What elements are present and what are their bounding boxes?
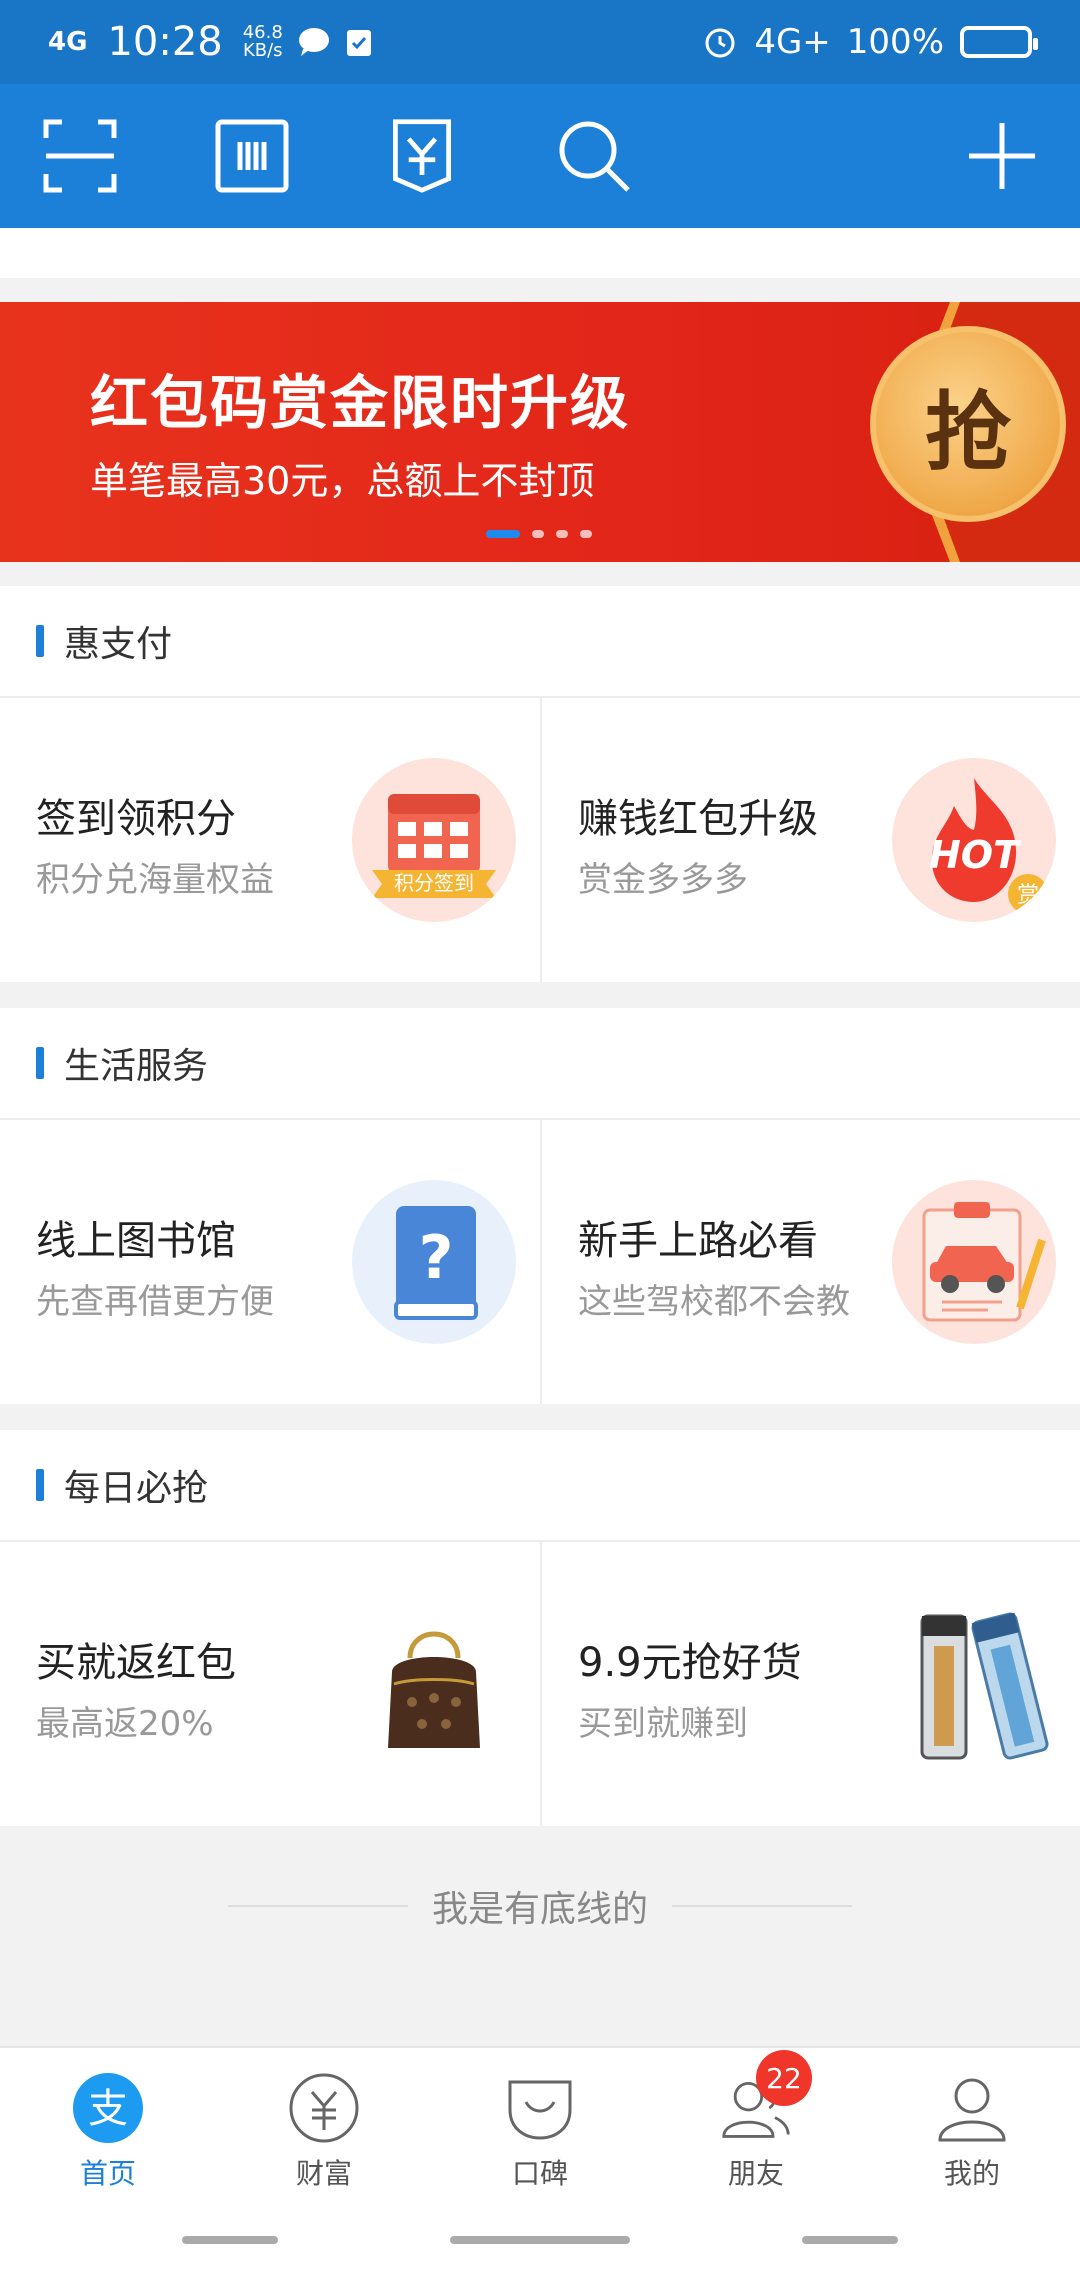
svg-text:赏: 赏 <box>1017 883 1039 908</box>
section-accent-bar <box>36 1469 44 1501</box>
friends-icon: 22 <box>720 2050 812 2144</box>
message-icon <box>297 27 331 57</box>
svg-text:?: ? <box>419 1223 454 1293</box>
card-online-library[interactable]: 线上图书馆 先查再借更方便 ? <box>0 1120 540 1404</box>
card-subtitle: 先查再借更方便 <box>36 1282 274 1322</box>
koubei-icon <box>504 2072 576 2144</box>
clipboard-check-icon <box>345 26 373 58</box>
card-title: 新手上路必看 <box>578 1218 818 1264</box>
handbag-image <box>352 1602 516 1766</box>
section-title: 惠支付 <box>64 624 173 665</box>
nav-mine[interactable]: 我的 <box>892 2072 1052 2192</box>
battery-icon <box>960 26 1038 58</box>
yuan-circle-icon <box>288 2072 360 2144</box>
profile-icon <box>936 2072 1008 2144</box>
card-title: 签到领积分 <box>36 796 236 842</box>
carousel-indicator <box>486 530 592 538</box>
card-title: 赚钱红包升级 <box>578 796 818 842</box>
water-bottles-image <box>892 1602 1056 1766</box>
section-daily-deals: 每日必抢 买就返红包 最高返20% 9.9元抢好货 买到就赚到 <box>0 1430 1080 1826</box>
svg-text:支: 支 <box>88 2086 128 2132</box>
status-bar: 4G 10:28 46.8 KB/s 4G+ 100% <box>0 0 1080 84</box>
plus-icon[interactable] <box>964 118 1040 194</box>
gesture-handle-left[interactable] <box>182 2236 278 2244</box>
carousel-dot-active <box>486 530 520 538</box>
banner-badge-area: 抢 <box>870 302 1080 562</box>
top-toolbar <box>0 84 1080 228</box>
unread-badge: 22 <box>756 2050 812 2106</box>
banner-subtitle: 单笔最高30元，总额上不封顶 <box>90 459 595 503</box>
section-title: 每日必抢 <box>64 1468 209 1509</box>
banner-title: 红包码赏金限时升级 <box>90 369 631 437</box>
card-title: 买就返红包 <box>36 1640 236 1686</box>
scrolled-content-strip <box>0 228 1080 278</box>
end-of-list: 我是有底线的 <box>0 1880 1080 1932</box>
hot-fire-icon: HOT 赏 <box>892 758 1056 922</box>
nav-home[interactable]: 支 首页 <box>28 2072 188 2192</box>
end-of-list-text: 我是有底线的 <box>431 1889 648 1930</box>
card-subtitle: 最高返20% <box>36 1704 214 1744</box>
search-icon[interactable] <box>556 118 632 194</box>
card-title: 线上图书馆 <box>36 1218 236 1264</box>
bottom-navigation: 支 首页 财富 口碑 22 朋友 我的 <box>0 2046 1080 2280</box>
gesture-handle-right[interactable] <box>802 2236 898 2244</box>
svg-text:积分签到: 积分签到 <box>394 871 474 895</box>
gesture-handle-home[interactable] <box>450 2236 630 2244</box>
carousel-dot <box>580 530 592 538</box>
card-bargain-goods[interactable]: 9.9元抢好货 买到就赚到 <box>540 1542 1080 1826</box>
barcode-icon[interactable] <box>214 118 290 194</box>
alipay-icon: 支 <box>72 2072 144 2144</box>
promo-banner[interactable]: 红包码赏金限时升级 单笔最高30元，总额上不封顶 抢 <box>0 302 1080 562</box>
card-subtitle: 这些驾校都不会教 <box>578 1282 850 1322</box>
divider <box>227 1905 408 1907</box>
status-time: 10:28 <box>107 19 223 65</box>
card-subtitle: 赏金多多多 <box>578 860 748 900</box>
grab-badge[interactable]: 抢 <box>870 326 1066 522</box>
section-header: 每日必抢 <box>0 1430 1080 1542</box>
card-subtitle: 买到就赚到 <box>578 1704 748 1744</box>
section-life-services: 生活服务 线上图书馆 先查再借更方便 ? 新手上路必看 这些驾校都不会教 <box>0 1008 1080 1404</box>
book-question-icon: ? <box>352 1180 516 1344</box>
network-type: 4G+ <box>754 22 831 62</box>
alarm-icon <box>702 24 738 60</box>
scan-icon[interactable] <box>42 118 118 194</box>
nav-label: 我的 <box>943 2157 1000 2190</box>
nav-label: 首页 <box>79 2157 136 2190</box>
signal-indicator: 4G <box>48 27 88 57</box>
receipt-yuan-icon[interactable] <box>384 118 460 194</box>
network-speed: 46.8 KB/s <box>242 22 283 61</box>
svg-text:HOT: HOT <box>929 833 1022 877</box>
section-hui-pay: 惠支付 签到领积分 积分兑海量权益 积分签到 赚钱红包升级 赏金多多多 HOT … <box>0 586 1080 982</box>
nav-friends[interactable]: 22 朋友 <box>676 2050 836 2192</box>
section-header: 生活服务 <box>0 1008 1080 1120</box>
nav-wealth[interactable]: 财富 <box>244 2072 404 2192</box>
battery-percent: 100% <box>846 22 944 62</box>
carousel-dot <box>556 530 568 538</box>
section-accent-bar <box>36 625 44 657</box>
section-accent-bar <box>36 1047 44 1079</box>
calendar-icon: 积分签到 <box>352 758 516 922</box>
card-new-driver-guide[interactable]: 新手上路必看 这些驾校都不会教 <box>540 1120 1080 1404</box>
card-subtitle: 积分兑海量权益 <box>36 860 274 900</box>
card-buy-cashback[interactable]: 买就返红包 最高返20% <box>0 1542 540 1826</box>
car-clipboard-icon <box>892 1180 1056 1344</box>
section-header: 惠支付 <box>0 586 1080 698</box>
nav-label: 财富 <box>295 2157 352 2190</box>
divider <box>672 1905 852 1907</box>
nav-label: 朋友 <box>727 2157 784 2190</box>
card-earn-red-packet[interactable]: 赚钱红包升级 赏金多多多 HOT 赏 <box>540 698 1080 982</box>
card-sign-in-points[interactable]: 签到领积分 积分兑海量权益 积分签到 <box>0 698 540 982</box>
card-title: 9.9元抢好货 <box>578 1640 802 1686</box>
nav-label: 口碑 <box>511 2157 568 2190</box>
carousel-dot <box>532 530 544 538</box>
section-title: 生活服务 <box>64 1046 209 1087</box>
nav-koubei[interactable]: 口碑 <box>460 2072 620 2192</box>
